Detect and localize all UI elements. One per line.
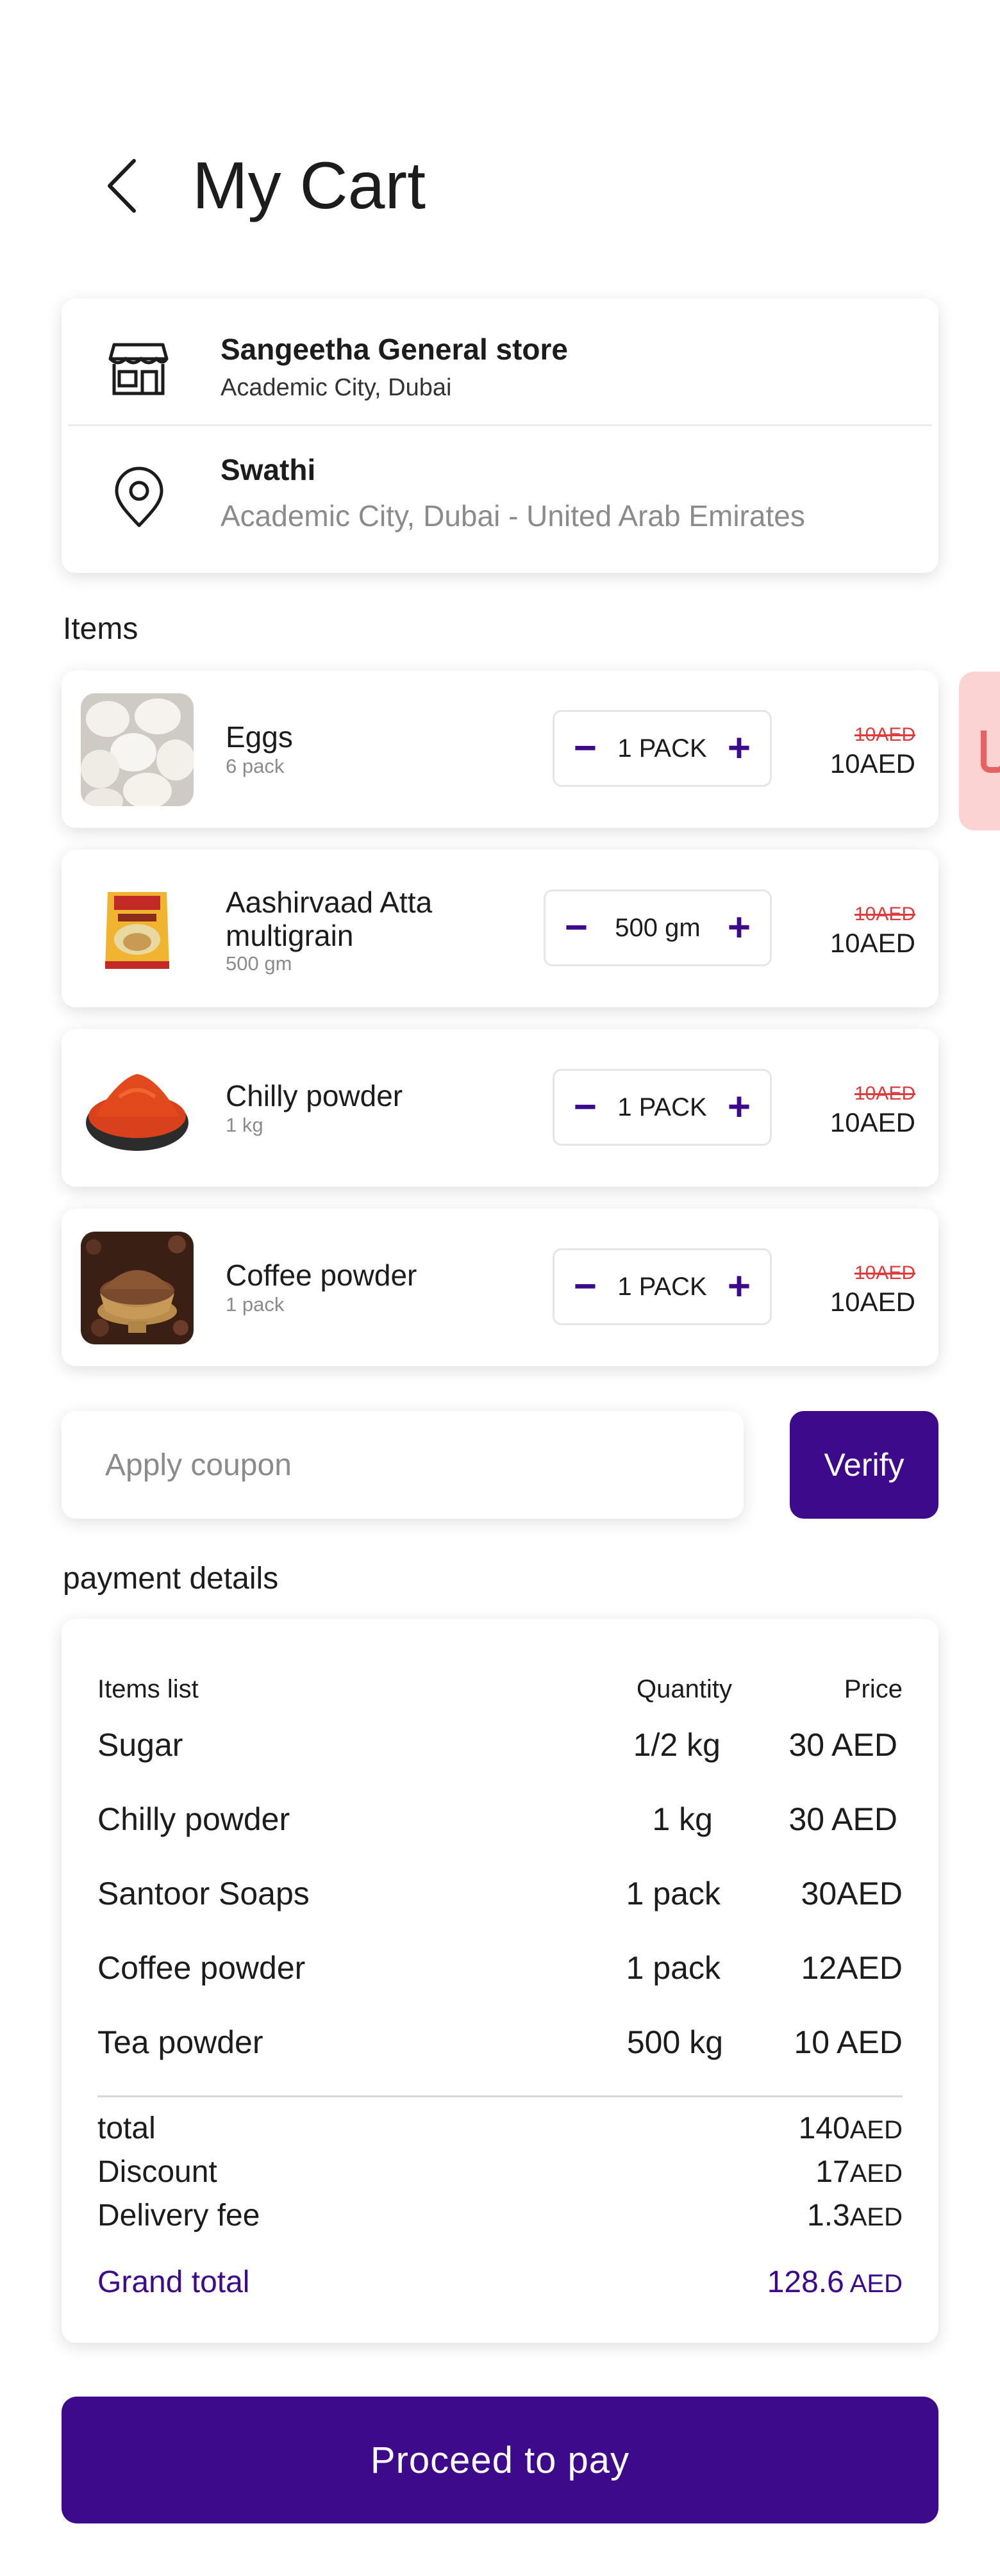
item-sub: 500 gm [226,952,292,975]
payment-item-name: Chilly powder [97,1801,290,1837]
discount-value: 17AED [815,2155,903,2189]
payment-item-name: Tea powder [97,2024,263,2060]
total-label: total [97,2111,156,2145]
payment-item-price: 12AED [801,1950,903,1986]
divider [97,2095,903,2097]
quantity-value: 1 PACK [617,1272,707,1301]
location-pin-icon [115,466,163,527]
payment-details-card: Items list Quantity Price Sugar 1/2 kg 3… [62,1619,938,2343]
decrement-button[interactable]: − [563,908,589,948]
payment-section-label: payment details [63,1562,279,1596]
payment-item-qty: 1/2 kg [633,1727,721,1763]
address-line: Academic City, Dubai - United Arab Emira… [221,499,805,533]
payment-item-name: Santoor Soaps [97,1876,310,1911]
payment-item-price: 10 AED [794,2024,903,2060]
delivery-fee-row: Delivery fee 1.3AED [97,2198,903,2236]
item-name: Aashirvaad Atta multigrain [226,886,433,952]
grand-total-row: Grand total 128.6 AED [97,2265,903,2303]
payment-row: Coffee powder 1 pack 12AED [62,1949,938,1994]
payment-row: Tea powder 500 kg 10 AED [62,2024,938,2068]
item-price: 10AED [829,1287,915,1317]
discount-row: Discount 17AED [97,2154,903,2193]
delivery-fee-value: 1.3AED [807,2199,903,2233]
address-name: Swathi [221,453,316,486]
back-button[interactable] [96,154,147,218]
chevron-left-icon [108,159,136,213]
proceed-to-pay-button[interactable]: Proceed to pay [62,2397,938,2523]
address-row[interactable]: Swathi Academic City, Dubai - United Ara… [62,427,938,573]
item-price: 10AED [829,1107,915,1137]
chilly-powder-image [81,1052,194,1165]
cart-item: Aashirvaad Atta multigrain 500 gm − 500 … [62,850,938,1007]
increment-button[interactable]: + [726,1267,752,1307]
decrement-button[interactable]: − [572,1267,598,1307]
payment-row: Santoor Soaps 1 pack 30AED [62,1875,938,1920]
increment-button[interactable]: + [726,729,752,768]
store-location: Academic City, Dubai [221,374,452,401]
cart-item: Chilly powder 1 kg − 1 PACK + 10AED 10AE… [62,1029,938,1187]
grand-total-label: Grand total [97,2265,250,2299]
quantity-stepper: − 1 PACK + [553,710,772,787]
quantity-value: 500 gm [615,913,701,942]
payment-item-name: Coffee powder [97,1950,306,1986]
verify-button[interactable]: Verify [790,1411,938,1519]
item-price: 10AED [829,928,915,958]
increment-button[interactable]: + [726,908,752,948]
coffee-powder-image [81,1232,194,1344]
store-icon [108,343,169,395]
payment-item-price: 30AED [801,1876,903,1911]
item-name: Chilly powder [226,1079,403,1112]
trash-icon [981,731,1000,773]
item-name: Eggs [226,720,293,754]
payment-row: Sugar 1/2 kg 30 AED [62,1726,938,1771]
grand-total-value: 128.6 AED [767,2265,903,2299]
discount-label: Discount [97,2155,217,2189]
item-sub: 6 pack [226,755,285,777]
quantity-stepper: − 500 gm + [544,889,772,966]
header: My Cart [0,115,1000,256]
payment-item-qty: 1 pack [626,1876,721,1911]
payment-item-qty: 1 kg [652,1801,713,1837]
payment-item-name: Sugar [97,1727,183,1763]
page-title: My Cart [192,149,426,223]
item-sub: 1 kg [226,1114,263,1136]
item-name: Coffee powder [226,1259,417,1292]
atta-image [81,873,194,986]
items-list-header: Items list [97,1675,199,1703]
eggs-image [81,693,194,806]
delete-item-button[interactable] [959,672,1000,830]
original-price: 10AED [854,1262,915,1284]
original-price: 10AED [854,904,915,925]
decrement-button[interactable]: − [572,1087,598,1127]
item-sub: 1 pack [226,1293,285,1316]
store-row[interactable]: Sangeetha General store Academic City, D… [62,299,938,427]
payment-item-qty: 1 pack [626,1950,721,1986]
item-price: 10AED [829,748,915,779]
divider [68,424,932,426]
payment-item-qty: 500 kg [626,2024,723,2060]
original-price: 10AED [854,1083,915,1104]
quantity-value: 1 PACK [617,1093,707,1121]
cart-item: Coffee powder 1 pack − 1 PACK + 10AED 10… [62,1209,938,1366]
coupon-input[interactable] [105,1447,744,1483]
decrement-button[interactable]: − [572,729,598,768]
total-value: 140AED [798,2111,903,2145]
total-row: total 140AED [97,2111,903,2149]
store-address-card: Sangeetha General store Academic City, D… [62,299,938,573]
payment-row: Chilly powder 1 kg 30 AED [62,1801,938,1845]
delivery-fee-label: Delivery fee [97,2199,260,2233]
store-name: Sangeetha General store [221,333,568,366]
payment-item-price: 30 AED [788,1801,897,1837]
price-header: Price [844,1675,903,1703]
quantity-stepper: − 1 PACK + [553,1248,772,1325]
cart-item: Eggs 6 pack − 1 PACK + 10AED 10AED [62,670,938,828]
original-price: 10AED [854,724,915,745]
quantity-stepper: − 1 PACK + [553,1069,772,1146]
items-section-label: Items [63,612,138,646]
quantity-value: 1 PACK [617,734,707,763]
payment-item-price: 30 AED [788,1727,897,1763]
coupon-field [62,1411,744,1519]
increment-button[interactable]: + [726,1087,752,1127]
quantity-header: Quantity [637,1675,732,1703]
